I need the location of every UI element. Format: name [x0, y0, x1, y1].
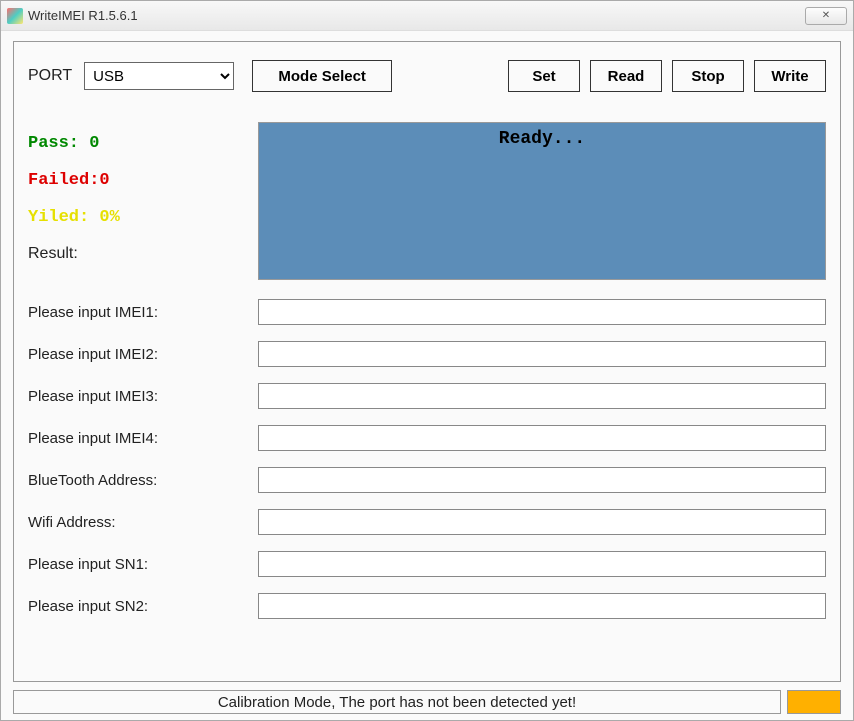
result-label: Result:	[28, 245, 78, 262]
footer-bar: Calibration Mode, The port has not been …	[13, 690, 841, 714]
imei1-row: Please input IMEI1:	[28, 299, 826, 325]
bluetooth-row: BlueTooth Address:	[28, 467, 826, 493]
sn2-label: Please input SN2:	[28, 598, 258, 615]
status-row: Pass: 0 Failed:0 Yiled: 0% Result:	[28, 122, 826, 281]
pass-value: 0	[89, 134, 99, 153]
bluetooth-label: BlueTooth Address:	[28, 472, 258, 489]
sn1-label: Please input SN1:	[28, 556, 258, 573]
imei3-label: Please input IMEI3:	[28, 388, 258, 405]
toolbar-row: PORT USB Mode Select Set Read Stop Write	[28, 60, 826, 92]
imei4-input[interactable]	[258, 425, 826, 451]
app-window: WriteIMEI R1.5.6.1 ✕ PORT USB Mode Selec…	[0, 0, 854, 721]
pass-stat: Pass: 0	[28, 134, 238, 153]
wifi-row: Wifi Address:	[28, 509, 826, 535]
status-display: Ready...	[258, 122, 826, 280]
sn2-row: Please input SN2:	[28, 593, 826, 619]
failed-label: Failed:	[28, 171, 99, 190]
window-title: WriteIMEI R1.5.6.1	[28, 8, 805, 23]
imei4-row: Please input IMEI4:	[28, 425, 826, 451]
failed-stat: Failed:0	[28, 171, 238, 190]
input-section: Please input IMEI1: Please input IMEI2: …	[28, 299, 826, 619]
bluetooth-input[interactable]	[258, 467, 826, 493]
sn1-input[interactable]	[258, 551, 826, 577]
imei4-label: Please input IMEI4:	[28, 430, 258, 447]
imei2-row: Please input IMEI2:	[28, 341, 826, 367]
port-select[interactable]: USB	[84, 62, 234, 90]
sn1-row: Please input SN1:	[28, 551, 826, 577]
main-panel: PORT USB Mode Select Set Read Stop Write…	[13, 41, 841, 682]
write-button[interactable]: Write	[754, 60, 826, 92]
stop-button[interactable]: Stop	[672, 60, 744, 92]
footer-message: Calibration Mode, The port has not been …	[13, 690, 781, 714]
imei1-label: Please input IMEI1:	[28, 304, 258, 321]
pass-label: Pass:	[28, 134, 79, 153]
stats-column: Pass: 0 Failed:0 Yiled: 0% Result:	[28, 122, 238, 281]
imei2-label: Please input IMEI2:	[28, 346, 258, 363]
sn2-input[interactable]	[258, 593, 826, 619]
wifi-input[interactable]	[258, 509, 826, 535]
port-label: PORT	[28, 67, 72, 85]
yield-label: Yiled:	[28, 208, 89, 227]
failed-value: 0	[99, 171, 109, 190]
titlebar: WriteIMEI R1.5.6.1 ✕	[1, 1, 853, 31]
yield-stat: Yiled: 0%	[28, 208, 238, 227]
yield-value: 0%	[99, 208, 119, 227]
imei3-input[interactable]	[258, 383, 826, 409]
app-icon	[7, 8, 23, 24]
mode-select-button[interactable]: Mode Select	[252, 60, 392, 92]
imei2-input[interactable]	[258, 341, 826, 367]
status-text: Ready...	[499, 129, 585, 149]
read-button[interactable]: Read	[590, 60, 662, 92]
status-indicator	[787, 690, 841, 714]
imei3-row: Please input IMEI3:	[28, 383, 826, 409]
action-button-group: Set Read Stop Write	[508, 60, 826, 92]
content-area: PORT USB Mode Select Set Read Stop Write…	[1, 31, 853, 720]
imei1-input[interactable]	[258, 299, 826, 325]
result-stat: Result:	[28, 245, 238, 263]
wifi-label: Wifi Address:	[28, 514, 258, 531]
set-button[interactable]: Set	[508, 60, 580, 92]
close-button[interactable]: ✕	[805, 7, 847, 25]
